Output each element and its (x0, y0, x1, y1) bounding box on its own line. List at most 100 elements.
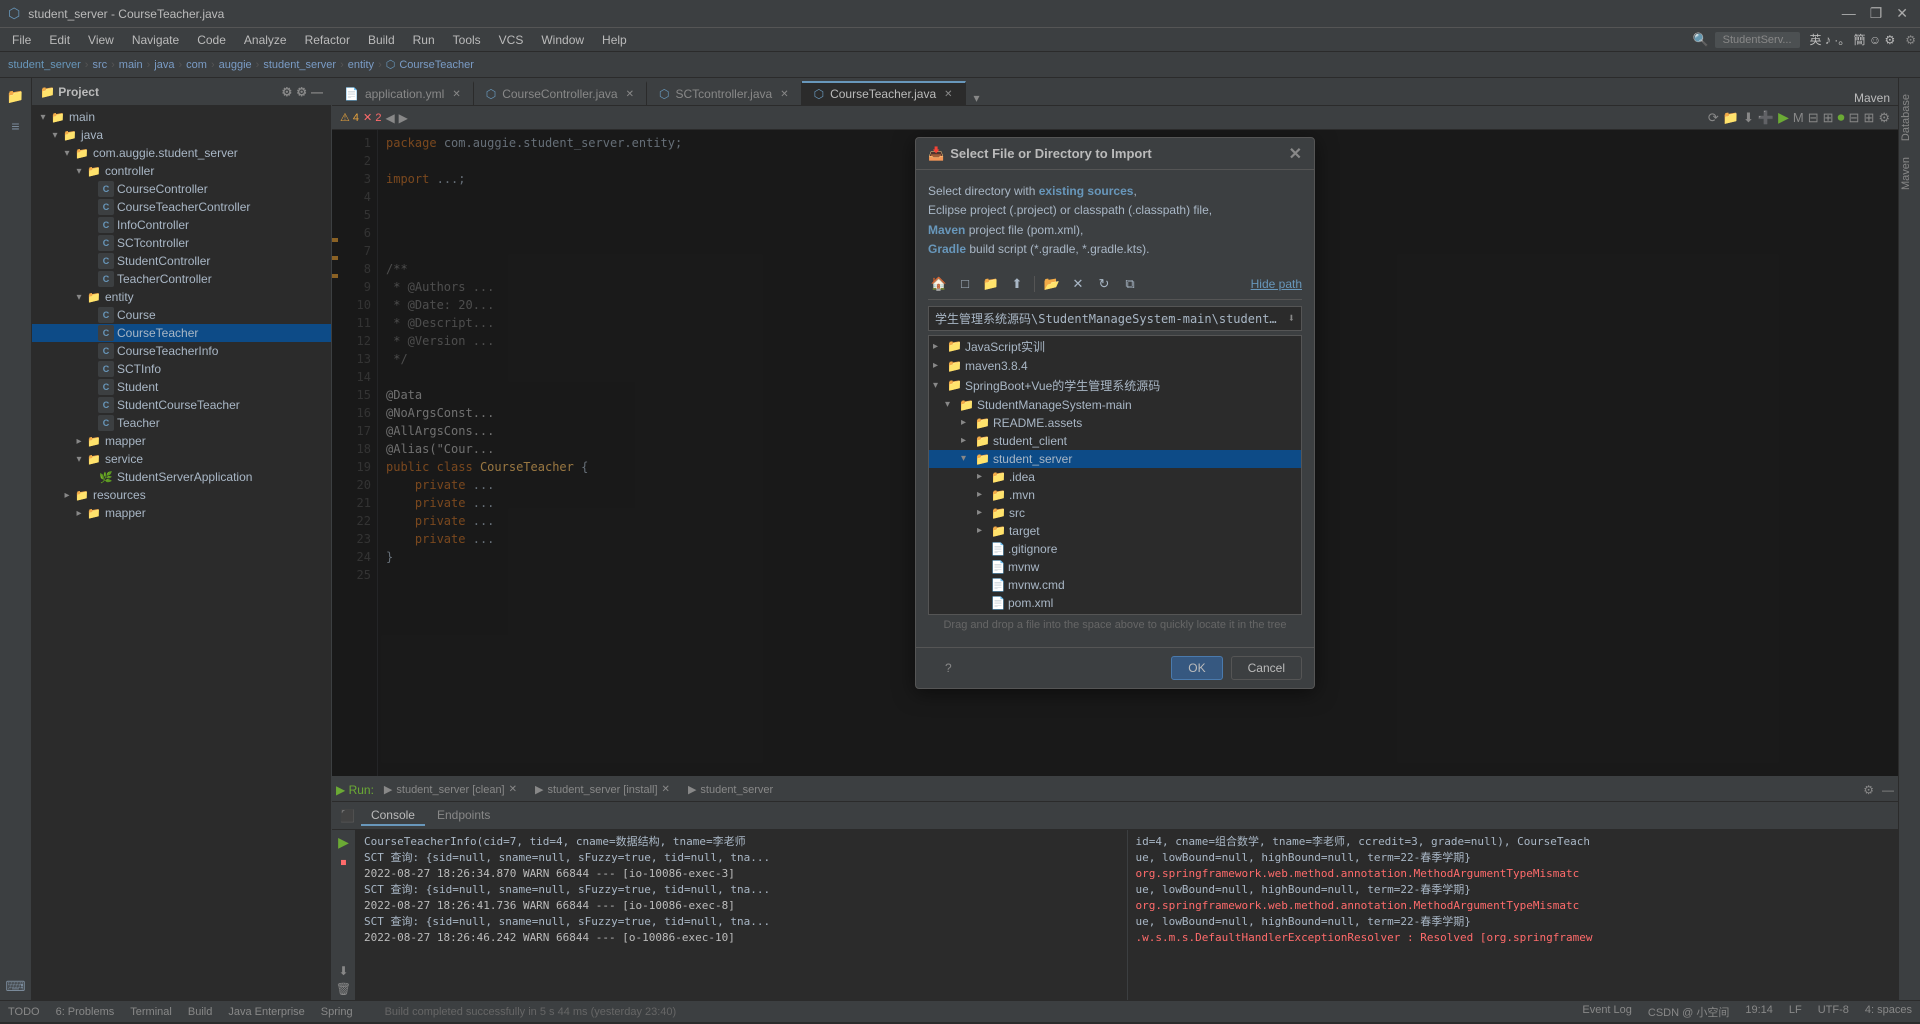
tree-courseteacherinfo[interactable]: CCourseTeacherInfo (32, 342, 331, 360)
editor-run-btn[interactable]: ▶ (1778, 109, 1789, 126)
project-collapse-icon[interactable]: — (311, 85, 323, 99)
tree-service[interactable]: ▾📁service (32, 450, 331, 468)
project-gear-icon[interactable]: ⚙ (296, 85, 307, 99)
tree-teacher[interactable]: CTeacher (32, 414, 331, 432)
status-tab-todo[interactable]: TODO (8, 1006, 40, 1018)
menu-vcs[interactable]: VCS (491, 31, 532, 49)
tab-endpoints[interactable]: Endpoints (427, 806, 500, 826)
editor-action6[interactable]: ⊟ (1808, 110, 1819, 126)
tree-sctctrl[interactable]: CSCTcontroller (32, 234, 331, 252)
tree-mapper2[interactable]: ▸📁mapper (32, 504, 331, 522)
bottom-settings-btn[interactable]: ⚙ (1863, 783, 1874, 797)
dialog-up-btn[interactable]: ⬆ (1006, 273, 1028, 295)
editor-action5[interactable]: M (1793, 110, 1804, 125)
tree-infoctrl[interactable]: CInfoController (32, 216, 331, 234)
tab-close-ct[interactable]: ✕ (944, 89, 952, 100)
dialog-home-btn[interactable]: 🏠 (928, 273, 950, 295)
bc-project[interactable]: student_server (8, 59, 81, 71)
dialog-open-btn[interactable]: 📂 (1041, 273, 1063, 295)
status-csdn[interactable]: CSDN @ 小空间 (1648, 1004, 1729, 1020)
dtree-src[interactable]: ▸📁src (929, 504, 1301, 522)
console-stop-btn[interactable]: ⏹ (340, 855, 346, 870)
dialog-close-icon-btn[interactable]: ✕ (1067, 273, 1089, 295)
tab-courseteacher[interactable]: ⬡ CourseTeacher.java ✕ (802, 81, 966, 105)
tree-main[interactable]: ▾📁main (32, 108, 331, 126)
editor-action10[interactable]: ⊞ (1863, 110, 1874, 126)
menu-analyze[interactable]: Analyze (236, 31, 295, 49)
dialog-refresh-btn[interactable]: ↻ (1093, 273, 1115, 295)
menu-window[interactable]: Window (533, 31, 592, 49)
menu-code[interactable]: Code (189, 31, 234, 49)
status-tab-problems[interactable]: 6: Problems (56, 1006, 115, 1018)
menu-file[interactable]: File (4, 31, 39, 49)
dialog-cancel-btn[interactable]: Cancel (1231, 656, 1302, 680)
editor-action11[interactable]: ⚙ (1878, 110, 1890, 126)
run-tab-clean-close[interactable]: ✕ (509, 784, 517, 795)
menu-run[interactable]: Run (405, 31, 443, 49)
dtree-gitignore[interactable]: 📄.gitignore (929, 540, 1301, 558)
tab-sctcontroller[interactable]: ⬡ SCTcontroller.java ✕ (647, 81, 802, 105)
editor-action3[interactable]: ⬇ (1743, 110, 1754, 126)
path-action-btn[interactable]: ⬇ (1288, 311, 1295, 325)
tree-coursectrl[interactable]: CCourseController (32, 180, 331, 198)
nav-prev[interactable]: ◀ (385, 111, 394, 125)
status-tab-javaee[interactable]: Java Enterprise (228, 1006, 304, 1018)
maven-label[interactable]: Maven (1854, 91, 1890, 105)
project-settings-icon[interactable]: ⚙ (281, 85, 292, 99)
bottom-hide-btn[interactable]: — (1882, 783, 1894, 797)
ide-profile[interactable]: StudentServ... (1715, 32, 1800, 48)
search-everywhere-btn[interactable]: 🔍 (1692, 32, 1708, 48)
console-scroll-btn[interactable]: ⬇ (338, 964, 348, 978)
run-tab-clean[interactable]: ▶ student_server [clean] ✕ (376, 781, 525, 798)
status-tab-build[interactable]: Build (188, 1006, 212, 1018)
minimize-btn[interactable]: — (1838, 5, 1860, 22)
dtree-sms-main[interactable]: ▾📁StudentManageSystem-main (929, 396, 1301, 414)
menu-navigate[interactable]: Navigate (124, 31, 187, 49)
editor-action8[interactable]: ⏺ (1838, 109, 1845, 126)
dtree-target[interactable]: ▸📁target (929, 522, 1301, 540)
tree-studentcourseteacher[interactable]: CStudentCourseTeacher (32, 396, 331, 414)
dialog-file-tree[interactable]: ▸📁JavaScript实训 ▸📁maven3.8.4 ▾📁SpringBoot… (928, 335, 1302, 615)
nav-next[interactable]: ▶ (399, 111, 408, 125)
tree-course[interactable]: CCourse (32, 306, 331, 324)
status-event-log[interactable]: Event Log (1582, 1004, 1632, 1020)
tree-resources[interactable]: ▸📁resources (32, 486, 331, 504)
menu-help[interactable]: Help (594, 31, 635, 49)
editor-action2[interactable]: 📁 (1723, 110, 1739, 126)
hide-path-link[interactable]: Hide path (1251, 277, 1302, 291)
run-tab-install[interactable]: ▶ student_server [install] ✕ (527, 781, 678, 798)
editor-action7[interactable]: ⊞ (1823, 110, 1834, 126)
tree-java[interactable]: ▾📁java (32, 126, 331, 144)
tree-student[interactable]: CStudent (32, 378, 331, 396)
dtree-javascript[interactable]: ▸📁JavaScript实训 (929, 336, 1301, 357)
sidebar-bottom-icon[interactable]: ⌨ (2, 972, 30, 1000)
editor-action1[interactable]: ⟳ (1708, 110, 1719, 126)
dtree-idea[interactable]: ▸📁.idea (929, 468, 1301, 486)
dtree-mvn[interactable]: ▸📁.mvn (929, 486, 1301, 504)
menu-view[interactable]: View (80, 31, 122, 49)
dtree-mvnw[interactable]: 📄mvnw (929, 558, 1301, 576)
tab-close-yml[interactable]: ✕ (452, 89, 460, 100)
tree-courseteacher[interactable]: CCourseTeacher (32, 324, 331, 342)
tabs-more-btn[interactable]: ▾ (966, 91, 988, 105)
status-tab-terminal[interactable]: Terminal (130, 1006, 172, 1018)
maximize-btn[interactable]: ❐ (1866, 5, 1887, 22)
console-clear-btn[interactable]: 🗑 (336, 982, 351, 996)
sidebar-structure-icon[interactable]: ≡ (2, 112, 30, 140)
console-run-btn[interactable]: ▶ (338, 834, 349, 851)
dialog-desktop-btn[interactable]: □ (954, 273, 976, 295)
tab-close-sct[interactable]: ✕ (780, 89, 788, 100)
dtree-pom[interactable]: 📄pom.xml (929, 594, 1301, 612)
editor-action9[interactable]: ⊟ (1849, 110, 1860, 126)
vtab-database[interactable]: Database (1900, 86, 1920, 149)
dialog-ok-btn[interactable]: OK (1171, 656, 1222, 680)
dialog-copy-btn[interactable]: ⧉ (1119, 273, 1141, 295)
sidebar-project-icon[interactable]: 📁 (2, 82, 30, 110)
status-lf[interactable]: LF (1789, 1004, 1802, 1020)
dtree-student-server[interactable]: ▾📁student_server (929, 450, 1301, 468)
dtree-maven[interactable]: ▸📁maven3.8.4 (929, 357, 1301, 375)
menu-tools[interactable]: Tools (445, 31, 489, 49)
dialog-newfolder-btn[interactable]: 📁 (980, 273, 1002, 295)
menu-build[interactable]: Build (360, 31, 403, 49)
menu-refactor[interactable]: Refactor (297, 31, 358, 49)
